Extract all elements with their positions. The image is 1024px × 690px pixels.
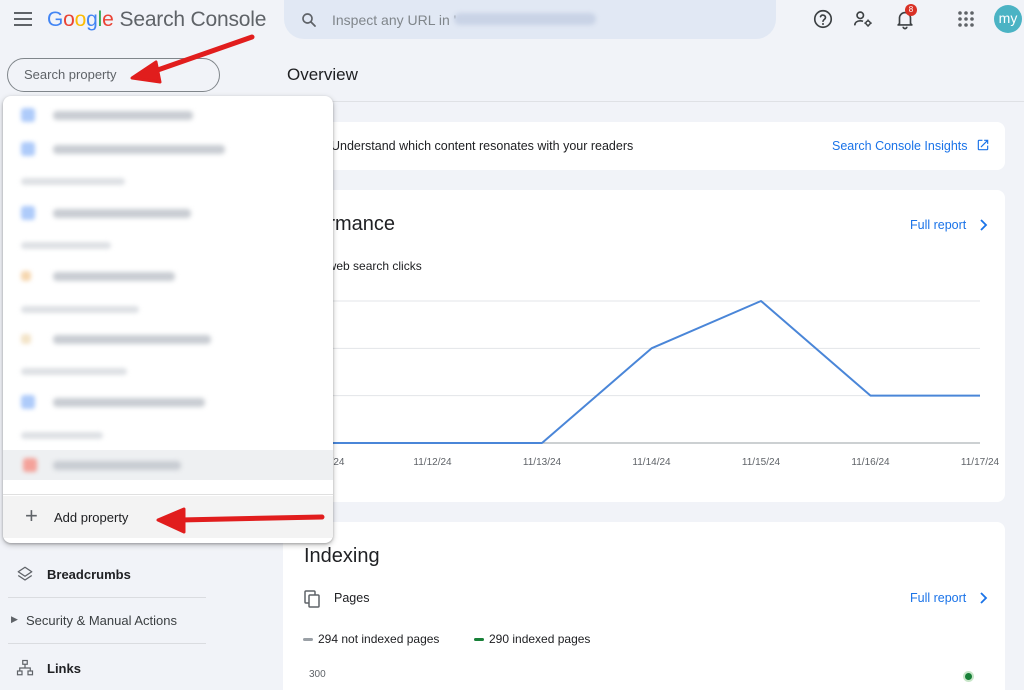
insights-card: Understand which content resonates with … [283,122,1005,170]
legend-label: 294 not indexed pages [318,632,440,646]
add-property-button[interactable]: + Add property [3,496,333,538]
sidebar-item-links[interactable]: Links [0,652,270,684]
search-icon [302,13,316,27]
redacted-property-name [53,272,175,281]
main-menu-icon[interactable] [13,10,33,28]
favicon-icon [21,108,35,122]
indexing-title: Indexing [304,545,380,567]
x-tick-label: 11/13/24 [523,457,562,468]
sidebar-section-label: Security & Manual Actions [26,613,178,628]
x-tick-label: 11/16/24 [851,457,890,468]
chart-data-point [965,673,972,680]
logo-letter: G [47,8,64,31]
top-bar: Google Search Console Inspect any URL in … [0,0,1024,40]
redacted-property-name [53,398,205,407]
favicon-icon [21,334,31,344]
legend-swatch [303,638,313,642]
app-logo[interactable]: Google Search Console [47,8,266,32]
redacted-group-label [21,306,139,313]
redacted-property-name [53,461,181,470]
search-console-insights-link[interactable]: Search Console Insights [832,139,968,153]
property-search-box[interactable] [7,58,220,92]
layers-icon [17,566,33,581]
redacted-group-label [21,242,111,249]
logo-letter: o [63,8,75,31]
page-title: Overview [287,65,358,84]
series-line [313,300,980,444]
insights-message: Understand which content resonates with … [331,139,634,153]
redacted-property-url [454,13,596,25]
favicon-icon [21,271,31,281]
sidebar-item-label: Links [47,661,81,676]
favicon-icon [21,395,35,409]
settings-user-icon[interactable] [852,8,874,30]
open-in-new-icon[interactable] [976,138,990,152]
logo-letter: e [102,8,114,31]
indexing-full-report-link[interactable]: Full report [910,591,966,605]
indexing-card: Indexing Pages Full report 294 not index… [283,522,1005,690]
y-axis-tick: 300 [309,669,326,680]
url-inspection-bar[interactable]: Inspect any URL in ' [284,0,776,39]
favicon-icon [23,458,37,472]
legend-indexed[interactable]: 290 indexed pages [474,632,590,646]
legend-not-indexed[interactable]: 294 not indexed pages [303,632,439,646]
performance-card: rformance Full report otal web search cl… [283,190,1005,502]
x-tick-label: 11/17/24 [961,457,1000,468]
sidebar-divider [8,597,206,598]
redacted-property-name [53,209,191,218]
expand-arrow-icon: ▶ [11,614,18,624]
url-inspection-placeholder: Inspect any URL in ' [332,12,457,28]
chevron-right-icon[interactable] [978,591,990,605]
add-property-label: Add property [54,510,129,525]
product-name: Search Console [119,8,267,31]
plus-icon: + [25,503,38,528]
redacted-group-label [21,432,103,439]
redacted-property-name [53,111,193,120]
redacted-group-label [21,178,125,185]
title-divider [270,101,1024,102]
notification-count-badge: 8 [905,4,917,16]
legend-label: 290 indexed pages [489,632,591,646]
logo-letter: o [74,8,87,31]
property-option-selected[interactable] [3,450,333,480]
performance-chart: 1/24 11/12/24 11/13/24 11/14/24 11/15/24 11/1… [313,300,1000,468]
help-icon[interactable] [812,8,834,30]
redacted-property-name [53,335,211,344]
redacted-property-name [53,145,225,154]
redacted-group-label [21,368,127,375]
x-tick-label: 11/12/24 [413,457,452,468]
x-tick-label: 11/15/24 [742,457,781,468]
sidebar-section-security[interactable]: ▶ Security & Manual Actions [0,605,270,635]
sitemap-icon [16,659,34,676]
pages-icon [304,590,320,608]
pages-label: Pages [334,591,370,605]
legend-swatch [474,638,484,642]
logo-letter: g [86,8,98,31]
sidebar-item-label: Breadcrumbs [47,567,131,582]
property-search-input[interactable] [24,67,204,82]
apps-grid-icon[interactable] [957,10,975,28]
account-avatar[interactable]: my [994,5,1022,33]
favicon-icon [21,206,35,220]
favicon-icon [21,142,35,156]
dropdown-divider [3,494,333,495]
x-tick-label: 11/14/24 [632,457,671,468]
sidebar-item-breadcrumbs[interactable]: Breadcrumbs [0,558,270,590]
sidebar-divider [8,643,206,644]
property-dropdown: + Add property [3,96,333,543]
